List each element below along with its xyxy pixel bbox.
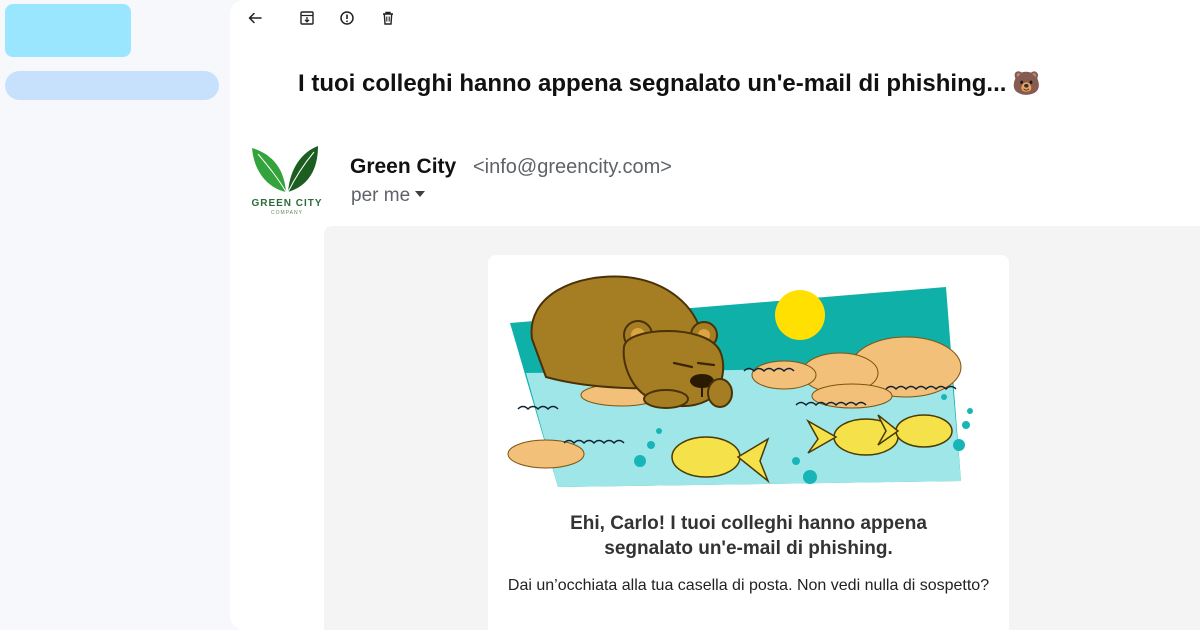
email-headline: Ehi, Carlo! I tuoi colleghi hanno appena… bbox=[488, 511, 1009, 561]
email-content-card: Ehi, Carlo! I tuoi colleghi hanno appena… bbox=[488, 255, 1009, 630]
arrow-left-icon bbox=[248, 12, 262, 24]
trash-icon bbox=[383, 11, 393, 25]
leaf-logo-icon bbox=[252, 146, 318, 193]
email-view: I tuoi colleghi hanno appena segnalato u… bbox=[230, 0, 1200, 630]
logo-text: GREEN CITY bbox=[251, 198, 323, 209]
sidebar-compose-placeholder[interactable] bbox=[5, 4, 131, 57]
sender-email: <info@greencity.com> bbox=[473, 156, 672, 178]
bear-emoji-icon: 🐻 bbox=[1012, 70, 1042, 96]
email-headline-line2: segnalato un'e-mail di phishing. bbox=[604, 538, 893, 559]
archive-button[interactable] bbox=[295, 6, 319, 30]
email-headline-line1: Ehi, Carlo! I tuoi colleghi hanno appena bbox=[570, 513, 927, 534]
report-spam-button[interactable] bbox=[335, 6, 359, 30]
report-spam-icon bbox=[340, 11, 354, 25]
caret-down-icon bbox=[415, 190, 426, 197]
archive-icon bbox=[300, 11, 314, 25]
back-button[interactable] bbox=[243, 6, 267, 30]
sidebar-nav-item-active[interactable] bbox=[5, 71, 219, 100]
logo-subtext: COMPANY bbox=[271, 210, 303, 216]
recipient-dropdown[interactable]: per me bbox=[351, 185, 426, 207]
delete-button[interactable] bbox=[376, 6, 400, 30]
bear-fishing-illustration bbox=[507, 275, 973, 487]
email-toolbar bbox=[230, 0, 1200, 40]
recipient-label: per me bbox=[351, 185, 411, 206]
sender-avatar: GREEN CITY COMPANY bbox=[248, 142, 326, 220]
sender-name[interactable]: Green City bbox=[350, 155, 456, 179]
email-subject-text: I tuoi colleghi hanno appena segnalato u… bbox=[298, 70, 1007, 97]
email-message: Dai un’occhiata alla tua casella di post… bbox=[507, 577, 990, 594]
email-subject: I tuoi colleghi hanno appena segnalato u… bbox=[298, 70, 1041, 98]
